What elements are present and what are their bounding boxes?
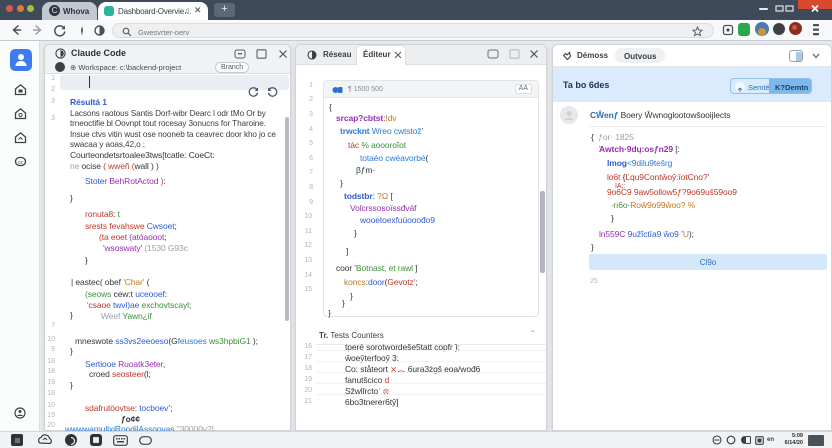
svg-text:cc: cc: [18, 160, 24, 166]
